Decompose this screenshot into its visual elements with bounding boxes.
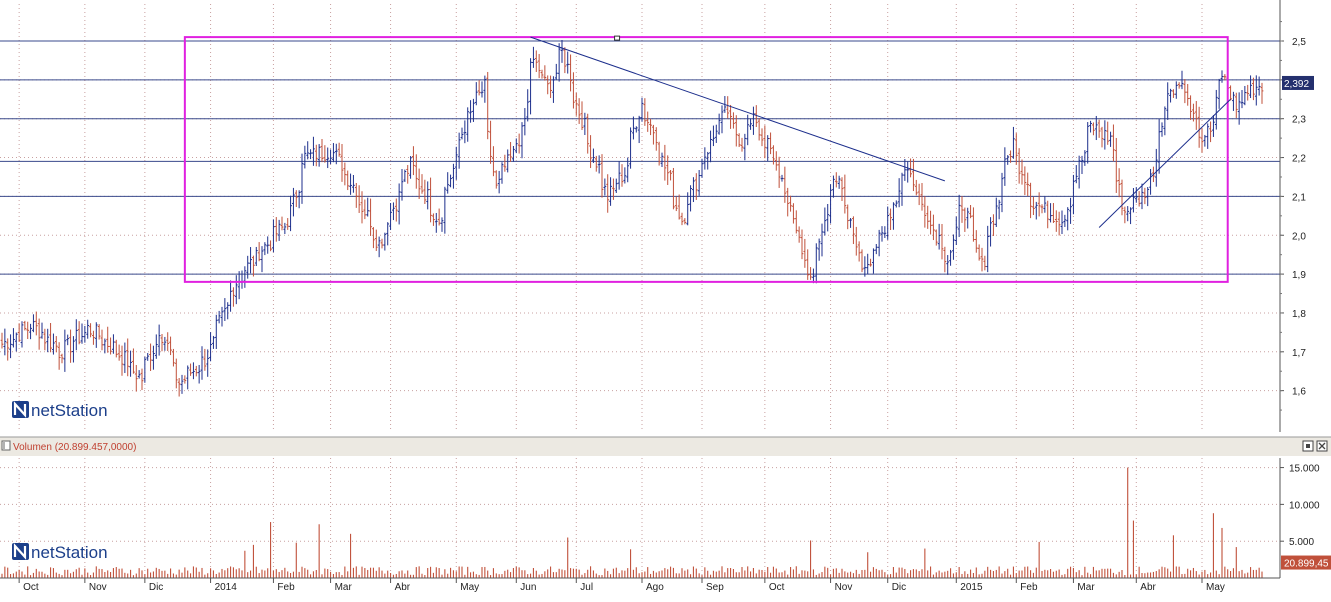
price-y-tick-label: 1,8 <box>1292 309 1306 320</box>
price-y-tick-label: 2,1 <box>1292 192 1306 203</box>
chart-root: 1,61,71,81,92,02,12,22,32,42,52,3925.000… <box>0 0 1331 597</box>
logo-text-bottom: netStation <box>31 543 108 562</box>
volume-panel-title: Volumen (20.899.457,0000) <box>13 442 136 453</box>
x-axis-tick-label: 2015 <box>960 582 983 593</box>
x-axis-tick-label: May <box>460 582 479 593</box>
chart-background <box>0 0 1331 597</box>
x-axis-tick-label: Mar <box>1077 582 1095 593</box>
price-y-tick-label: 2,0 <box>1292 231 1306 242</box>
price-y-tick-label: 2,3 <box>1292 115 1306 126</box>
volume-y-tick-label: 5.000 <box>1289 537 1314 548</box>
price-y-tick-label: 1,7 <box>1292 348 1306 359</box>
panel-collapse-icon[interactable] <box>1 440 11 451</box>
x-axis-tick-label: Oct <box>23 582 39 593</box>
x-axis-tick-label: Nov <box>89 582 107 593</box>
price-y-tick-label: 1,6 <box>1292 387 1306 398</box>
x-axis-tick-label: Abr <box>1140 582 1156 593</box>
price-y-tick-label: 1,9 <box>1292 270 1306 281</box>
x-axis-tick-label: Jul <box>580 582 593 593</box>
x-axis-tick-label: Jun <box>520 582 536 593</box>
x-axis-tick-label: Mar <box>335 582 353 593</box>
panel-header-bar <box>0 437 1331 456</box>
logo-bottom: netStation <box>12 543 108 562</box>
last-volume-label: 20.899,45 <box>1284 559 1329 570</box>
chart-svg: 1,61,71,81,92,02,12,22,32,42,52,3925.000… <box>0 0 1331 597</box>
x-axis-tick-label: Sep <box>706 582 724 593</box>
price-y-tick-label: 2,5 <box>1292 37 1306 48</box>
last-price-label: 2,392 <box>1284 79 1309 90</box>
x-axis-tick-label: May <box>1206 582 1225 593</box>
x-axis-tick-label: Nov <box>835 582 853 593</box>
logo-text-top: netStation <box>31 401 108 420</box>
x-axis-tick-label: Oct <box>769 582 785 593</box>
x-axis-tick-label: Dic <box>892 582 906 593</box>
x-axis-tick-label: Abr <box>395 582 411 593</box>
price-y-tick-label: 2,2 <box>1292 154 1306 165</box>
volume-y-tick-label: 15.000 <box>1289 464 1320 475</box>
x-axis-tick-label: Feb <box>1020 582 1038 593</box>
x-axis-tick-label: 2014 <box>215 582 238 593</box>
logo-top: netStation <box>12 401 108 420</box>
trendline-handle-icon[interactable] <box>614 35 621 41</box>
volume-y-tick-label: 10.000 <box>1289 500 1320 511</box>
x-axis-tick-label: Feb <box>277 582 295 593</box>
x-axis-tick-label: Dic <box>149 582 163 593</box>
volume-panel-header: Volumen (20.899.457,0000) <box>0 436 1331 456</box>
panel-maximize-glyph-icon <box>1306 444 1310 448</box>
x-axis-tick-label: Ago <box>646 582 664 593</box>
